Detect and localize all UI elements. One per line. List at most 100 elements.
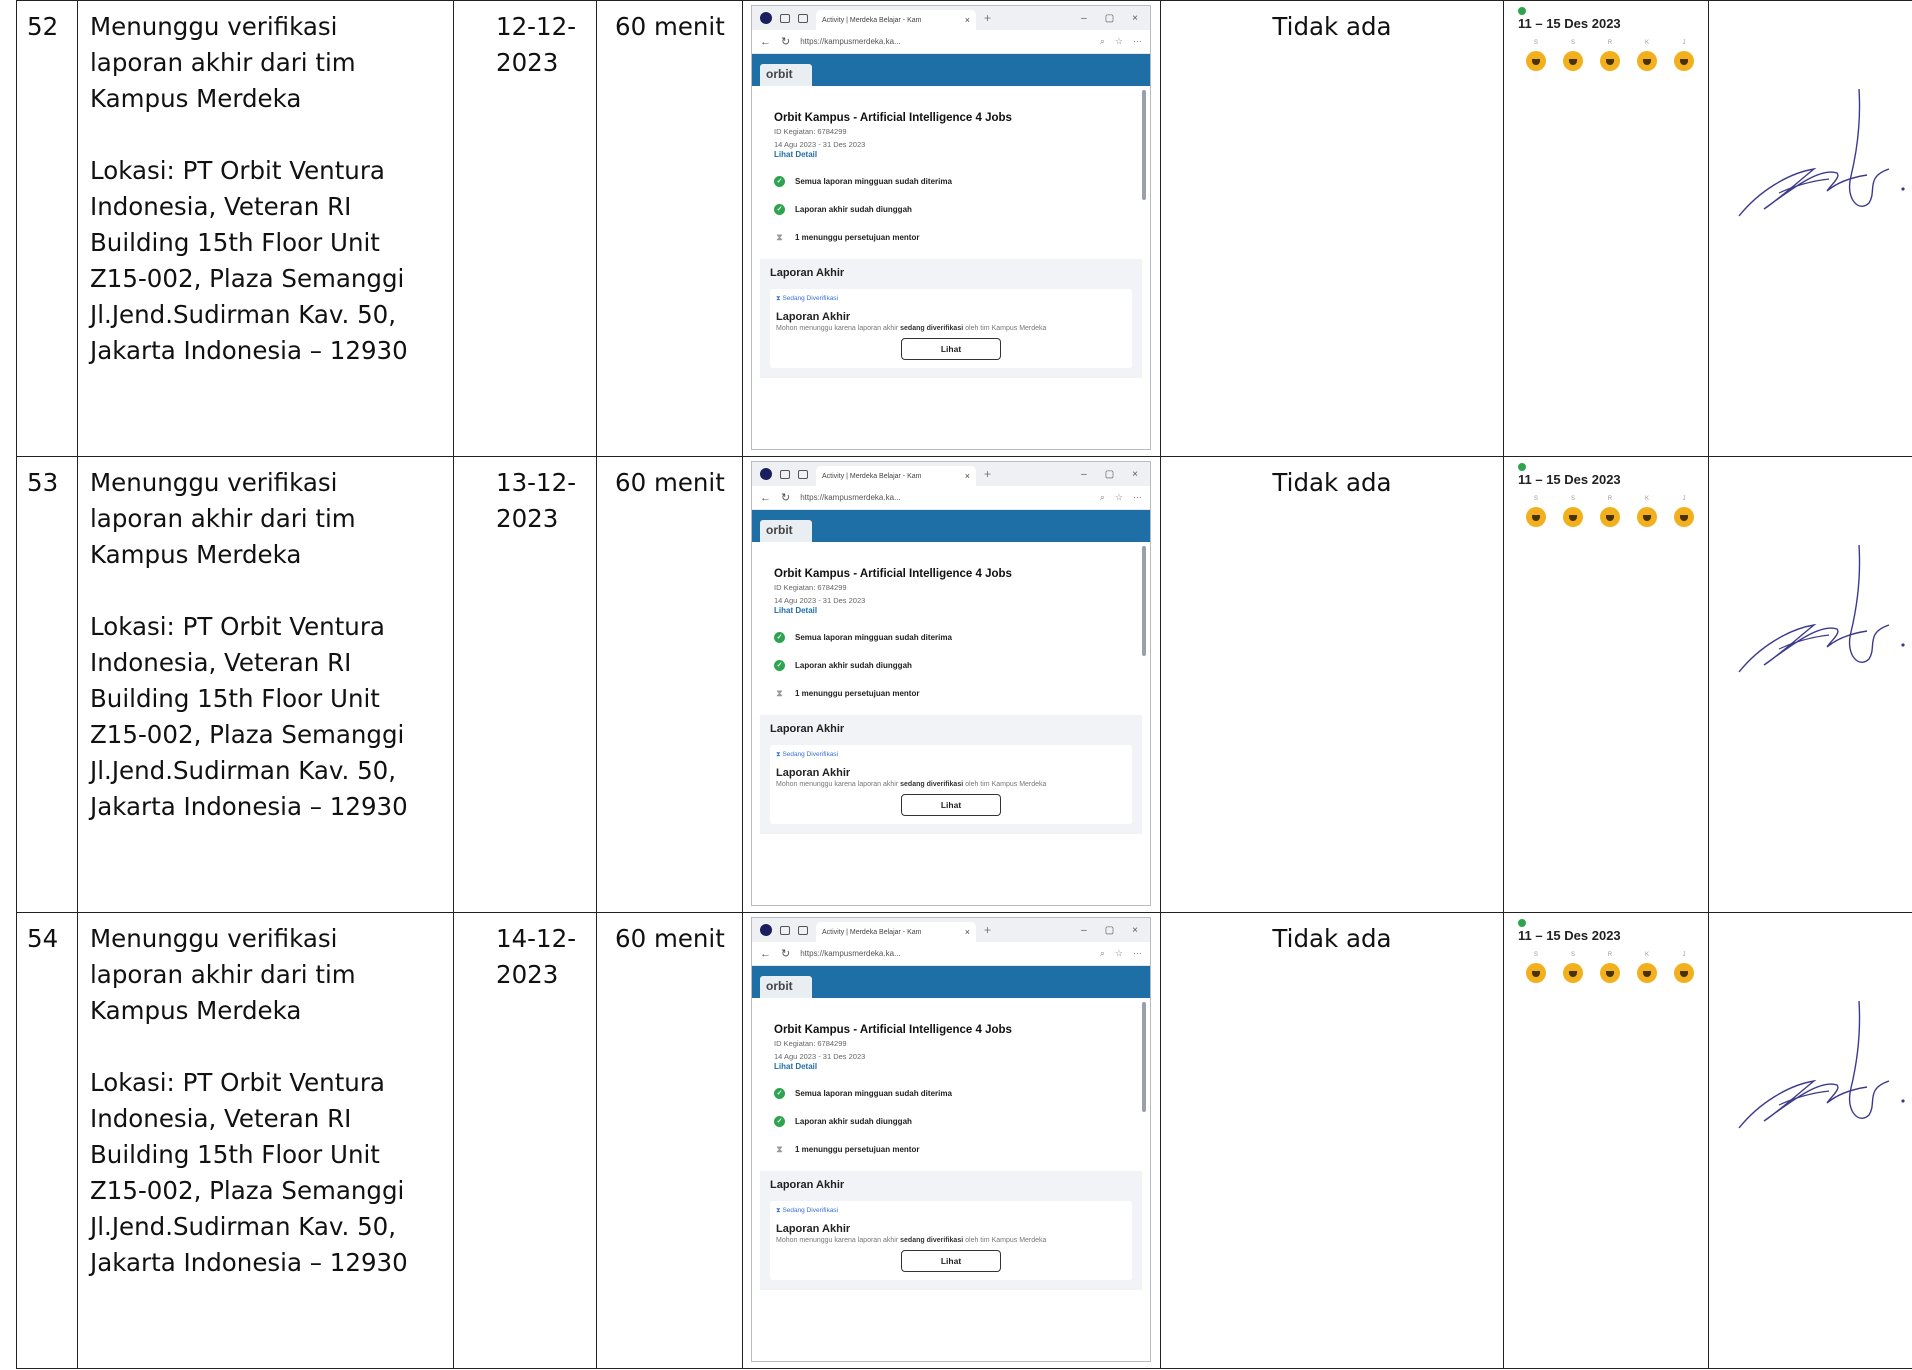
detail-link: Lihat Detail — [774, 606, 818, 615]
activity-period: 14 Agu 2023 - 31 Des 2023 — [774, 140, 866, 149]
badge-text: Sedang Diverifikasi — [782, 295, 839, 302]
check-circle-icon: ✓ — [774, 204, 785, 215]
badge-text: Sedang Diverifikasi — [782, 1207, 839, 1214]
card-title: Laporan Akhir — [776, 767, 851, 779]
orbit-logo: orbit — [760, 64, 812, 86]
job-title: Orbit Kampus - Artificial Intelligence 4… — [774, 568, 1012, 580]
browser-screenshot: Activity | Merdeka Belajar - Kam × + – ▢… — [751, 461, 1151, 906]
maximize-icon: ▢ — [1104, 468, 1115, 480]
url-text: https://kampusmerdeka.ka... — [800, 493, 901, 502]
desc-bold: sedang diverifikasi — [900, 325, 964, 332]
date-cell: 13-12- 2023 — [453, 456, 597, 913]
tab-title: Activity | Merdeka Belajar - Kam — [822, 928, 922, 936]
row-number: 52 — [27, 12, 59, 41]
kendala-cell: Tidak ada — [1160, 0, 1504, 457]
desc-bold: sedang diverifikasi — [900, 1237, 964, 1244]
star-icon: ☆ — [1114, 36, 1123, 46]
more-icon: ⋯ — [1133, 492, 1142, 502]
location-line: Jl.Jend.Sudirman Kav. 50, — [90, 1212, 397, 1241]
duration-cell: 60 menit — [596, 0, 743, 457]
day-label: R — [1607, 40, 1613, 46]
mood-face-icon — [1674, 963, 1694, 983]
lihat-button: Lihat — [901, 794, 1001, 816]
status-text: Laporan akhir sudah diunggah — [795, 205, 912, 214]
day-label: K — [1644, 496, 1649, 502]
activity-line: laporan akhir dari tim — [90, 960, 356, 989]
activity-line: laporan akhir dari tim — [90, 504, 356, 533]
browser-tab-bar: Activity | Merdeka Belajar - Kam × + – ▢… — [752, 918, 1150, 942]
row-number-cell: 54 — [16, 912, 78, 1369]
calendar-day: R — [1600, 952, 1620, 983]
calendar-day: J — [1674, 40, 1694, 71]
card-title: Laporan Akhir — [776, 311, 851, 323]
card-title: Laporan Akhir — [776, 1223, 851, 1235]
search-icon: ⌕ — [1099, 492, 1105, 502]
verification-badge: ⧗ Sedang Diverifikasi — [776, 751, 839, 758]
activity-log-table: 52 Menunggu verifikasi laporan akhir dar… — [16, 0, 1912, 1369]
final-report-heading: Laporan Akhir — [770, 1179, 845, 1191]
url-text: https://kampusmerdeka.ka... — [800, 37, 901, 46]
calendar-cell: 11 – 15 Des 2023 S S R K J — [1503, 456, 1709, 913]
status-weekly: ✓ Semua laporan mingguan sudah diterima — [774, 176, 1128, 187]
mood-face-icon — [1674, 51, 1694, 71]
status-weekly: ✓ Semua laporan mingguan sudah diterima — [774, 1088, 1128, 1099]
calendar-day: S — [1563, 952, 1583, 983]
signature — [1738, 544, 1905, 673]
duration: 60 menit — [615, 924, 725, 953]
desc-bold: sedang diverifikasi — [900, 781, 964, 788]
status-text: Semua laporan mingguan sudah diterima — [795, 1089, 952, 1098]
day-label: J — [1682, 952, 1686, 958]
status-text: 1 menunggu persetujuan mentor — [795, 689, 920, 698]
status-uploaded: ✓ Laporan akhir sudah diunggah — [774, 204, 1128, 215]
verification-badge: ⧗ Sedang Diverifikasi — [776, 1207, 839, 1214]
day-label: J — [1682, 496, 1686, 502]
desc-suffix: oleh tim Kampus Merdeka — [963, 1237, 1047, 1244]
workspaces-icon — [780, 925, 790, 935]
star-icon: ☆ — [1114, 492, 1123, 502]
log-row: 52 Menunggu verifikasi laporan akhir dar… — [16, 0, 1912, 457]
back-icon: ← — [760, 491, 771, 504]
day-label: R — [1607, 952, 1613, 958]
calendar-day: S — [1526, 496, 1546, 527]
row-number-cell: 52 — [16, 0, 78, 457]
site-banner: orbit — [752, 966, 1150, 998]
location-line: Indonesia, Veteran RI — [90, 1104, 352, 1133]
browser-screenshot: Activity | Merdeka Belajar - Kam × + – ▢… — [751, 917, 1151, 1362]
calendar-day: S — [1526, 40, 1546, 71]
duration: 60 menit — [615, 468, 725, 497]
search-icon: ⌕ — [1099, 948, 1105, 958]
activity-line: Menunggu verifikasi — [90, 924, 338, 953]
location-line: Jl.Jend.Sudirman Kav. 50, — [90, 756, 397, 785]
activity-id: ID Kegiatan: 6784299 — [774, 127, 847, 136]
final-report-panel: Laporan Akhir ⧗ Sedang Diverifikasi Lapo… — [760, 715, 1142, 834]
close-window-icon: × — [1132, 924, 1138, 936]
tab-actions-icon — [798, 925, 808, 935]
day-label: S — [1533, 40, 1538, 46]
location-line: Lokasi: PT Orbit Ventura — [90, 1068, 385, 1097]
status-text: Semua laporan mingguan sudah diterima — [795, 177, 952, 186]
final-report-card: ⧗ Sedang Diverifikasi Laporan Akhir Moho… — [770, 745, 1132, 824]
row-number: 53 — [27, 468, 59, 497]
mood-face-icon — [1674, 507, 1694, 527]
log-row: 54 Menunggu verifikasi laporan akhir dar… — [16, 912, 1912, 1369]
url-text: https://kampusmerdeka.ka... — [800, 949, 901, 958]
detail-link: Lihat Detail — [774, 150, 818, 159]
browser-logo-icon — [760, 12, 772, 24]
refresh-icon: ↻ — [781, 36, 791, 48]
day-label: S — [1533, 496, 1538, 502]
card-description: Mohon menunggu karena laporan akhir seda… — [776, 781, 1126, 788]
hourglass-icon: ⧗ — [776, 232, 783, 242]
browser-logo-icon — [760, 468, 772, 480]
browser-tab: Activity | Merdeka Belajar - Kam × — [816, 922, 976, 942]
row-number-cell: 53 — [16, 456, 78, 913]
status-text: 1 menunggu persetujuan mentor — [795, 233, 920, 242]
address-bar: ← ↻ https://kampusmerdeka.ka... ⌕ ☆ ⋯ — [752, 942, 1150, 966]
date-line: 2023 — [496, 504, 559, 533]
location-line: Indonesia, Veteran RI — [90, 648, 352, 677]
more-icon: ⋯ — [1133, 36, 1142, 46]
status-weekly: ✓ Semua laporan mingguan sudah diterima — [774, 632, 1128, 643]
check-circle-icon — [1518, 463, 1526, 471]
mood-face-icon — [1563, 51, 1583, 71]
calendar-day: S — [1563, 496, 1583, 527]
new-tab-icon: + — [984, 11, 992, 25]
